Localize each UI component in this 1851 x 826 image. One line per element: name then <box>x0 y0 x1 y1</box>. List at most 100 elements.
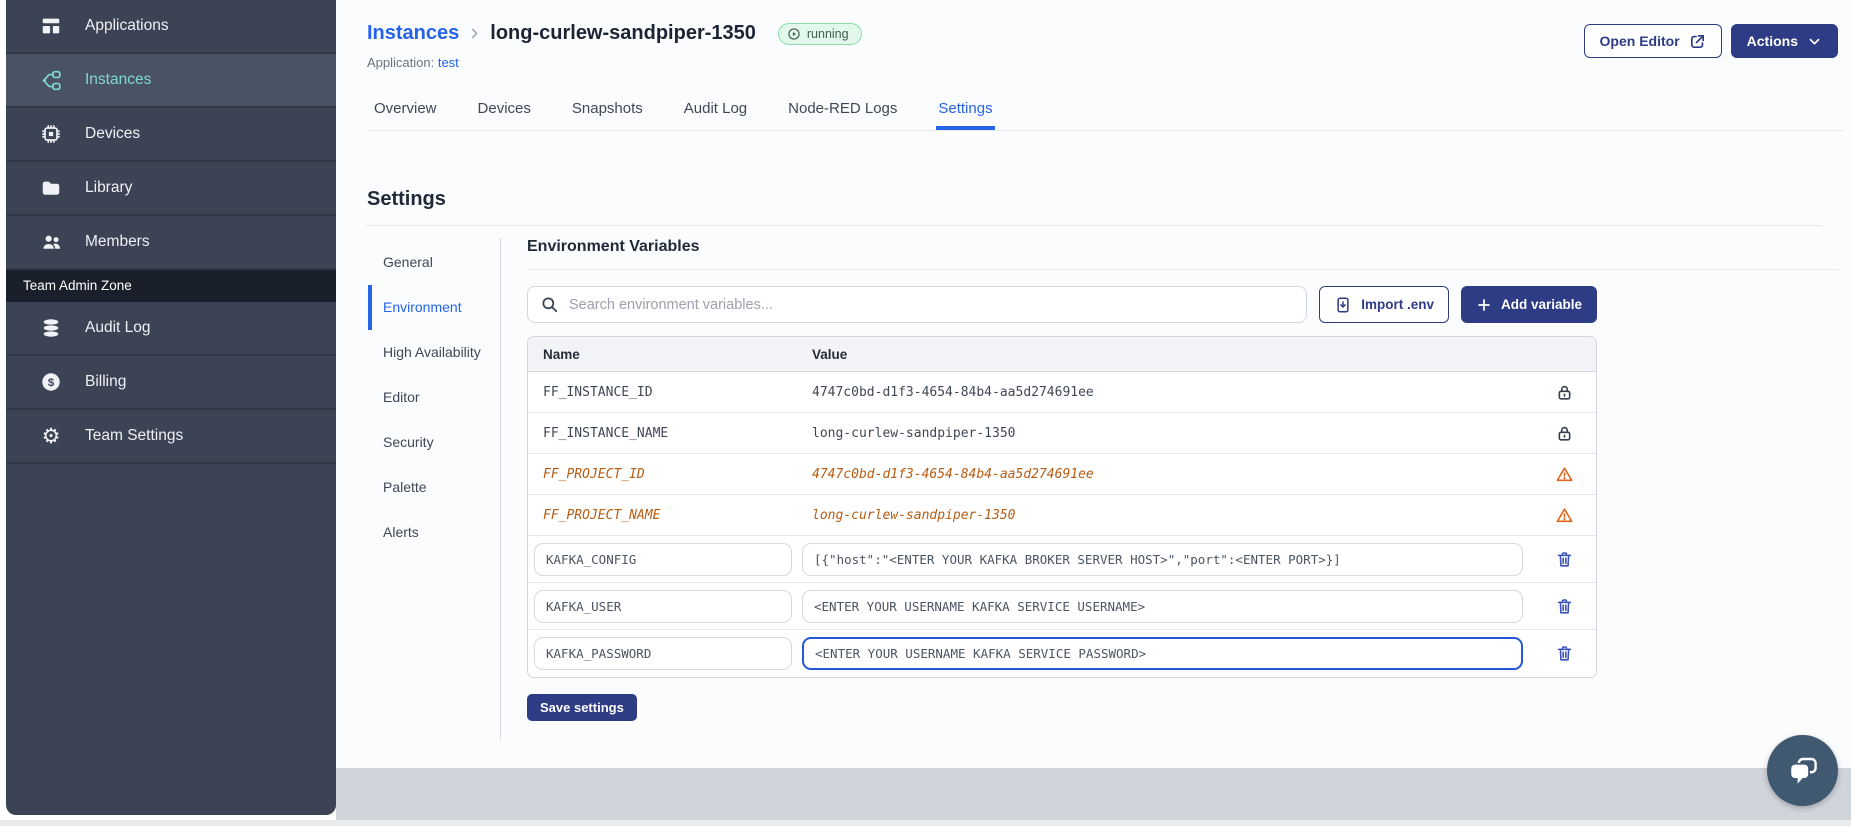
env-var-value-input-focused[interactable] <box>802 637 1523 670</box>
table-row: FF_PROJECT_ID 4747c0bd-d1f3-4654-84b4-aa… <box>528 454 1596 495</box>
table-row <box>528 536 1596 583</box>
settings-heading: Settings <box>367 188 446 210</box>
tab-snapshots[interactable]: Snapshots <box>570 88 645 130</box>
applications-icon <box>39 14 63 38</box>
instance-tabs: Overview Devices Snapshots Audit Log Nod… <box>367 88 1843 131</box>
billing-dollar-icon: $ <box>39 370 63 394</box>
sidebar-section-team-admin-zone: Team Admin Zone <box>6 270 336 302</box>
env-var-value-input[interactable] <box>802 589 1523 623</box>
sidebar-item-label: Applications <box>85 17 169 34</box>
settings-nav-security[interactable]: Security <box>368 420 490 465</box>
env-var-name: FF_INSTANCE_NAME <box>543 425 669 441</box>
delete-variable-button[interactable] <box>1553 548 1576 571</box>
sidebar-item-applications[interactable]: Applications <box>6 0 336 54</box>
tab-devices[interactable]: Devices <box>476 88 533 130</box>
tab-node-red-logs[interactable]: Node-RED Logs <box>786 88 899 130</box>
table-row: FF_INSTANCE_ID 4747c0bd-d1f3-4654-84b4-a… <box>528 372 1596 413</box>
env-var-value: 4747c0bd-d1f3-4654-84b4-aa5d274691ee <box>812 384 1094 400</box>
env-var-name-input[interactable] <box>534 637 792 670</box>
settings-nav-alerts[interactable]: Alerts <box>368 510 490 555</box>
env-var-name: FF_PROJECT_NAME <box>543 507 661 523</box>
chat-widget-button[interactable] <box>1767 735 1838 806</box>
settings-nav-palette[interactable]: Palette <box>368 465 490 510</box>
library-folder-icon <box>39 176 63 200</box>
env-variables-table: Name Value FF_INSTANCE_ID 4747c0bd-d1f3-… <box>527 336 1597 678</box>
tab-overview[interactable]: Overview <box>372 88 439 130</box>
settings-nav-editor[interactable]: Editor <box>368 375 490 420</box>
application-link[interactable]: test <box>438 55 459 70</box>
settings-nav-divider <box>500 238 501 740</box>
environment-variables-heading: Environment Variables <box>527 238 1838 270</box>
lock-icon <box>1532 424 1596 443</box>
sidebar-item-audit-log[interactable]: Audit Log <box>6 302 336 356</box>
breadcrumb: Instances long-curlew-sandpiper-1350 run… <box>367 22 862 45</box>
breadcrumb-instances-link[interactable]: Instances <box>367 22 459 45</box>
sidebar-item-devices[interactable]: Devices <box>6 108 336 162</box>
settings-nav-general[interactable]: General <box>368 240 490 285</box>
app-window: Applications Instances Devices Library M… <box>0 0 1851 826</box>
sidebar-item-label: Members <box>85 233 150 250</box>
env-var-name-input[interactable] <box>534 589 792 623</box>
table-row: FF_INSTANCE_NAME long-curlew-sandpiper-1… <box>528 413 1596 454</box>
sidebar-item-instances[interactable]: Instances <box>6 54 336 108</box>
sidebar-item-label: Library <box>85 179 133 196</box>
column-header-value: Value <box>812 346 848 362</box>
sidebar: Applications Instances Devices Library M… <box>6 0 336 815</box>
import-env-button[interactable]: Import .env <box>1319 286 1449 323</box>
open-editor-button[interactable]: Open Editor <box>1583 24 1722 58</box>
table-row <box>528 630 1596 677</box>
environment-section: Environment Variables Import .e <box>527 238 1838 721</box>
env-toolbar: Import .env Add variable <box>527 286 1597 323</box>
warning-triangle-icon <box>1532 465 1596 484</box>
application-line: Application: test <box>367 55 459 70</box>
table-header-row: Name Value <box>528 337 1596 372</box>
env-var-value: long-curlew-sandpiper-1350 <box>812 425 1016 441</box>
bottom-strip <box>0 820 1851 826</box>
env-var-value: 4747c0bd-d1f3-4654-84b4-aa5d274691ee <box>812 466 1094 482</box>
gear-icon: ⚙ <box>41 423 61 448</box>
save-settings-button[interactable]: Save settings <box>527 694 637 721</box>
trash-icon <box>1555 597 1574 616</box>
main-content: Instances long-curlew-sandpiper-1350 run… <box>336 0 1851 768</box>
import-file-icon <box>1334 296 1352 314</box>
chevron-right-icon <box>467 26 482 41</box>
delete-variable-button[interactable] <box>1553 642 1576 665</box>
sidebar-item-label: Devices <box>85 125 141 142</box>
open-editor-label: Open Editor <box>1599 33 1680 49</box>
lock-icon <box>1532 383 1596 402</box>
devices-icon <box>39 122 63 146</box>
sidebar-item-label: Instances <box>85 71 152 88</box>
sidebar-item-team-settings[interactable]: ⚙ Team Settings <box>6 410 336 464</box>
tab-audit-log[interactable]: Audit Log <box>682 88 749 130</box>
add-variable-button[interactable]: Add variable <box>1460 286 1597 323</box>
instances-icon <box>39 68 63 92</box>
plus-icon <box>1476 297 1492 313</box>
delete-variable-button[interactable] <box>1553 595 1576 618</box>
env-var-value: long-curlew-sandpiper-1350 <box>812 507 1016 523</box>
chevron-down-icon <box>1807 34 1822 49</box>
search-box <box>527 286 1308 323</box>
import-env-label: Import .env <box>1361 297 1434 312</box>
svg-text:$: $ <box>48 377 55 389</box>
sidebar-item-members[interactable]: Members <box>6 216 336 270</box>
env-var-name-input[interactable] <box>534 542 792 576</box>
sidebar-item-billing[interactable]: $ Billing <box>6 356 336 410</box>
actions-label: Actions <box>1746 33 1798 49</box>
tab-settings[interactable]: Settings <box>936 88 995 130</box>
play-circle-icon <box>787 27 801 41</box>
settings-nav-high-availability[interactable]: High Availability <box>368 330 490 375</box>
add-variable-label: Add variable <box>1500 297 1582 312</box>
external-link-icon <box>1689 33 1706 50</box>
sidebar-item-label: Audit Log <box>85 319 151 336</box>
members-icon <box>39 230 63 254</box>
settings-nav: General Environment High Availability Ed… <box>368 240 490 555</box>
search-input[interactable] <box>569 296 1295 313</box>
status-badge-label: running <box>806 26 849 41</box>
settings-nav-environment[interactable]: Environment <box>368 285 490 330</box>
sidebar-item-library[interactable]: Library <box>6 162 336 216</box>
trash-icon <box>1555 644 1574 663</box>
actions-button[interactable]: Actions <box>1730 24 1838 58</box>
env-var-value-input[interactable] <box>802 542 1523 576</box>
page-title: long-curlew-sandpiper-1350 <box>490 22 756 44</box>
header-actions: Open Editor Actions <box>1583 24 1838 58</box>
